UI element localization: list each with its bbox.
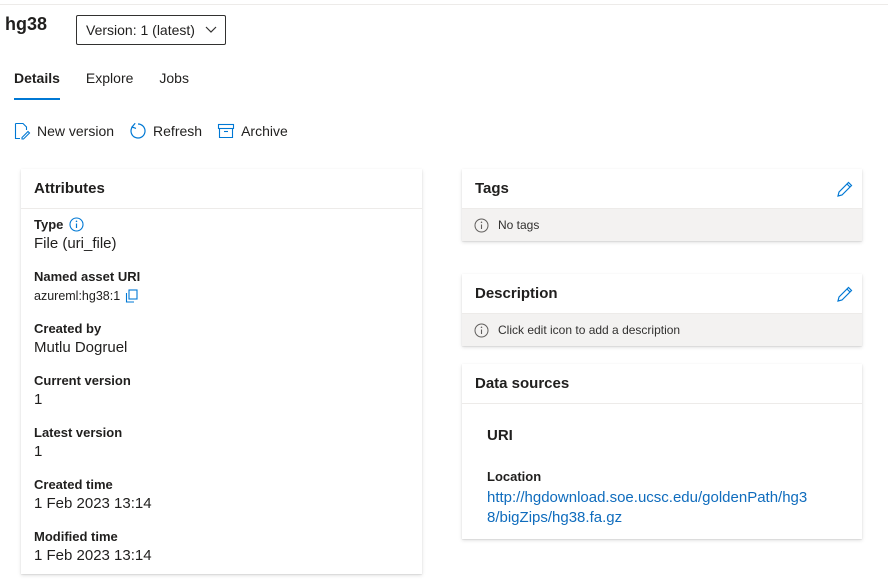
- created-by-value: Mutlu Dogruel: [34, 339, 128, 356]
- data-sources-card: Data sources URI Location http://hgdownl…: [462, 364, 862, 539]
- tab-bar: Details Explore Jobs: [14, 70, 215, 100]
- info-icon: [474, 218, 489, 232]
- edit-description-icon[interactable]: [836, 285, 854, 303]
- edit-tags-icon[interactable]: [836, 180, 854, 198]
- uri-label: Named asset URI: [34, 269, 141, 284]
- chevron-down-icon: [205, 26, 217, 33]
- created-time-label: Created time: [34, 477, 113, 492]
- refresh-label: Refresh: [153, 123, 203, 139]
- latest-version-value: 1: [34, 443, 43, 460]
- version-dropdown[interactable]: Version: 1 (latest): [76, 15, 226, 45]
- attr-latest-version: Latest version 1: [34, 425, 122, 460]
- current-version-label: Current version: [34, 373, 131, 388]
- attr-created-by: Created by Mutlu Dogruel: [34, 321, 127, 356]
- attributes-heading: Attributes: [21, 169, 422, 209]
- top-divider: [0, 4, 888, 5]
- description-empty-text: Click edit icon to add a description: [498, 323, 681, 337]
- tab-jobs[interactable]: Jobs: [159, 70, 189, 100]
- type-value: File (uri_file): [34, 235, 117, 252]
- command-bar: New version Refresh Archive: [13, 121, 303, 141]
- tags-card: Tags No tags: [462, 169, 862, 241]
- attr-current-version: Current version 1: [34, 373, 131, 408]
- uri-heading: URI: [487, 427, 513, 444]
- tab-explore[interactable]: Explore: [86, 70, 133, 100]
- attr-named-asset-uri: Named asset URI azureml:hg38:1: [34, 269, 140, 303]
- tags-info-bar: No tags: [462, 209, 862, 241]
- tab-details[interactable]: Details: [14, 70, 60, 100]
- latest-version-label: Latest version: [34, 425, 123, 440]
- new-version-icon: [14, 122, 31, 140]
- uri-value: azureml:hg38:1: [34, 289, 121, 303]
- attributes-card: Attributes Type File (uri_file) Named as…: [21, 169, 422, 574]
- archive-label: Archive: [241, 123, 288, 139]
- new-version-button[interactable]: New version: [13, 121, 114, 141]
- version-label: Version: 1 (latest): [86, 22, 195, 38]
- copy-icon[interactable]: [125, 289, 138, 303]
- attr-modified-time: Modified time 1 Feb 2023 13:14: [34, 529, 152, 564]
- refresh-icon: [130, 122, 146, 139]
- created-by-label: Created by: [34, 321, 102, 336]
- location-line-2: 8/bigZips/hg38.fa.gz: [487, 509, 623, 526]
- modified-time-label: Modified time: [34, 529, 118, 544]
- description-heading: Description: [475, 285, 558, 302]
- attr-created-time: Created time 1 Feb 2023 13:14: [34, 477, 152, 512]
- archive-icon: [218, 123, 235, 139]
- data-sources-heading: Data sources: [462, 364, 862, 404]
- description-card: Description Click edit icon to add a des…: [462, 274, 862, 346]
- refresh-button[interactable]: Refresh: [129, 121, 202, 141]
- archive-button[interactable]: Archive: [217, 121, 288, 141]
- current-version-value: 1: [34, 391, 43, 408]
- modified-time-value: 1 Feb 2023 13:14: [34, 547, 152, 564]
- tags-heading: Tags: [475, 180, 509, 197]
- type-label: Type: [34, 217, 64, 232]
- info-icon: [474, 323, 489, 337]
- created-time-value: 1 Feb 2023 13:14: [34, 495, 152, 512]
- info-icon[interactable]: [69, 217, 84, 232]
- location-label: Location: [487, 469, 542, 484]
- no-tags-text: No tags: [498, 218, 540, 232]
- attr-type: Type File (uri_file): [34, 217, 117, 252]
- description-info-bar: Click edit icon to add a description: [462, 314, 862, 346]
- location-line-1: http://hgdownload.soe.ucsc.edu/goldenPat…: [487, 489, 808, 506]
- page-title: hg38: [5, 14, 48, 34]
- new-version-label: New version: [37, 123, 115, 139]
- location-link[interactable]: http://hgdownload.soe.ucsc.edu/goldenPat…: [487, 488, 857, 528]
